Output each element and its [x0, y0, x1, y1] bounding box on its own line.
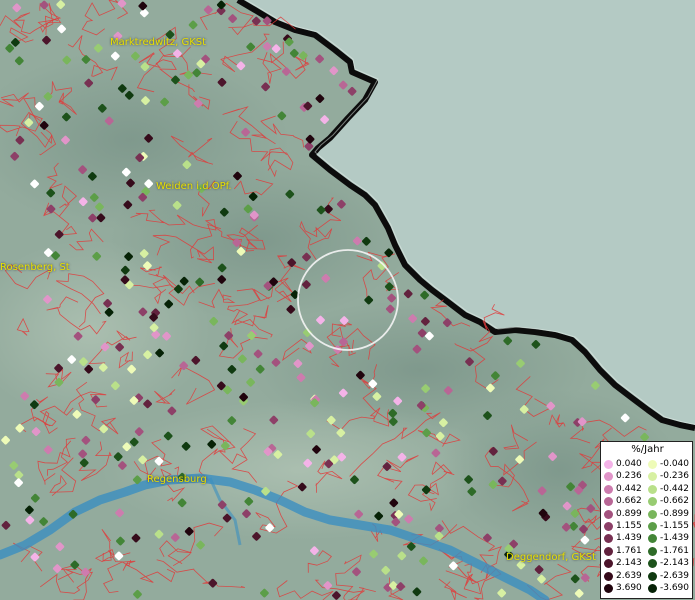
place-label-weiden: Weiden i.d.OPf.: [156, 181, 232, 192]
legend-value: -0.442: [660, 483, 690, 494]
legend-value: -1.155: [660, 521, 690, 531]
legend-value: -1.439: [660, 533, 690, 544]
legend-value: 1.761: [616, 545, 642, 556]
place-label-deggendorf: Deggendorf, GKSt: [506, 552, 597, 563]
legend-value: 0.040: [616, 459, 642, 469]
legend: %/Jahr 0.040 -0.040 0.236 -0.236 0.442 -0.442…: [600, 441, 693, 599]
legend-swatch: [648, 546, 657, 556]
legend-value: 2.143: [616, 558, 642, 569]
legend-value: -1.761: [660, 545, 690, 556]
legend-swatch: [604, 460, 613, 469]
legend-swatch: [648, 571, 657, 581]
legend-swatch: [604, 584, 613, 593]
legend-swatch: [604, 534, 613, 544]
legend-swatch: [648, 522, 657, 531]
legend-swatch: [648, 460, 657, 469]
legend-value: -2.639: [660, 570, 690, 581]
legend-swatch: [604, 472, 613, 482]
place-label-marktredwitz: Marktredwitz, GKSt: [110, 37, 207, 48]
legend-value: 2.639: [616, 570, 642, 581]
legend-swatch: [648, 559, 657, 569]
legend-value: -0.040: [660, 459, 690, 469]
legend-value: 0.442: [616, 483, 642, 494]
legend-value: -0.236: [660, 471, 690, 482]
legend-value: 1.439: [616, 533, 642, 544]
place-label-regensburg: Regensburg: [147, 474, 207, 485]
legend-swatch: [604, 546, 613, 556]
legend-value: 0.236: [616, 471, 642, 482]
legend-value: -3.690: [660, 583, 690, 593]
legend-swatch: [604, 509, 613, 519]
legend-value: 3.690: [616, 583, 642, 593]
legend-swatch: [648, 509, 657, 519]
legend-value: 0.899: [616, 508, 642, 519]
map-canvas[interactable]: [0, 0, 695, 600]
legend-swatch: [604, 522, 613, 531]
legend-value: -0.899: [660, 508, 690, 519]
place-label-rosenberg: Rosenberg, St: [0, 262, 70, 273]
legend-value: -0.662: [660, 496, 690, 507]
legend-value: 1.155: [616, 521, 642, 531]
legend-swatch: [648, 472, 657, 482]
legend-value: 0.662: [616, 496, 642, 507]
legend-swatch: [604, 559, 613, 569]
legend-swatch: [648, 584, 657, 593]
legend-swatch: [604, 571, 613, 581]
legend-swatch: [604, 484, 613, 494]
legend-swatch: [648, 497, 657, 507]
legend-swatch: [648, 534, 657, 544]
legend-title: %/Jahr: [631, 444, 664, 455]
legend-value: -2.143: [660, 558, 690, 569]
legend-swatch: [604, 497, 613, 507]
legend-swatch: [648, 484, 657, 494]
